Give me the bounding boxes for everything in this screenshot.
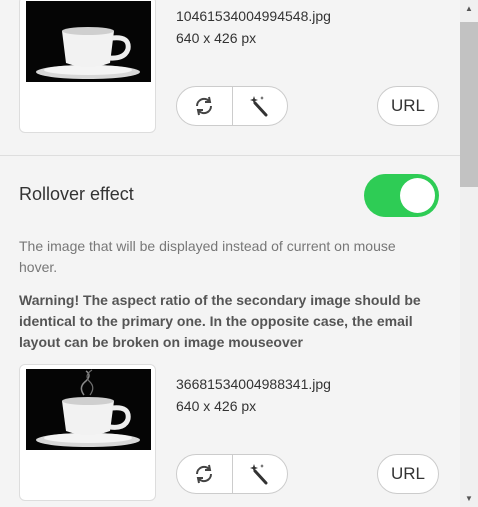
- rollover-description: The image that will be displayed instead…: [19, 238, 396, 275]
- refresh-icon: [196, 96, 213, 116]
- vertical-scrollbar[interactable]: ▲ ▼: [460, 0, 478, 507]
- magic-wand-icon: [249, 96, 268, 117]
- section-divider: [0, 155, 460, 156]
- scroll-down-arrow-icon[interactable]: ▼: [460, 490, 478, 507]
- replace-image-button[interactable]: [177, 87, 232, 125]
- image-action-group: [176, 454, 288, 494]
- file-name: 10461534004994548.jpg: [176, 8, 331, 24]
- rollover-image-block: 36681534004988341.jpg 640 x 426 px URL: [19, 364, 439, 504]
- file-name: 36681534004988341.jpg: [176, 376, 331, 392]
- image-thumbnail[interactable]: [19, 364, 156, 501]
- image-url-button[interactable]: URL: [377, 454, 439, 494]
- rollover-effect-toggle[interactable]: [364, 174, 439, 217]
- primary-image-block: 10461534004994548.jpg 640 x 426 px URL: [19, 0, 439, 136]
- toggle-knob: [400, 178, 435, 213]
- scroll-up-arrow-icon[interactable]: ▲: [460, 0, 478, 17]
- image-thumbnail[interactable]: [19, 0, 156, 133]
- image-editor-button[interactable]: [231, 87, 288, 125]
- rollover-effect-label: Rollover effect: [19, 184, 134, 204]
- file-dimensions: 640 x 426 px: [176, 30, 257, 46]
- image-action-group: [176, 86, 288, 126]
- image-url-button[interactable]: URL: [377, 86, 439, 126]
- scroll-thumb[interactable]: [460, 22, 478, 187]
- image-editor-button[interactable]: [231, 455, 288, 493]
- rollover-warning: Warning! The aspect ratio of the seconda…: [19, 292, 421, 350]
- steaming-coffee-cup-image: [26, 369, 151, 450]
- refresh-icon: [196, 464, 213, 484]
- replace-image-button[interactable]: [177, 455, 232, 493]
- coffee-cup-image: [26, 1, 151, 82]
- settings-panel: 10461534004994548.jpg 640 x 426 px URL R…: [0, 0, 460, 507]
- file-dimensions: 640 x 426 px: [176, 398, 257, 414]
- magic-wand-icon: [249, 464, 268, 485]
